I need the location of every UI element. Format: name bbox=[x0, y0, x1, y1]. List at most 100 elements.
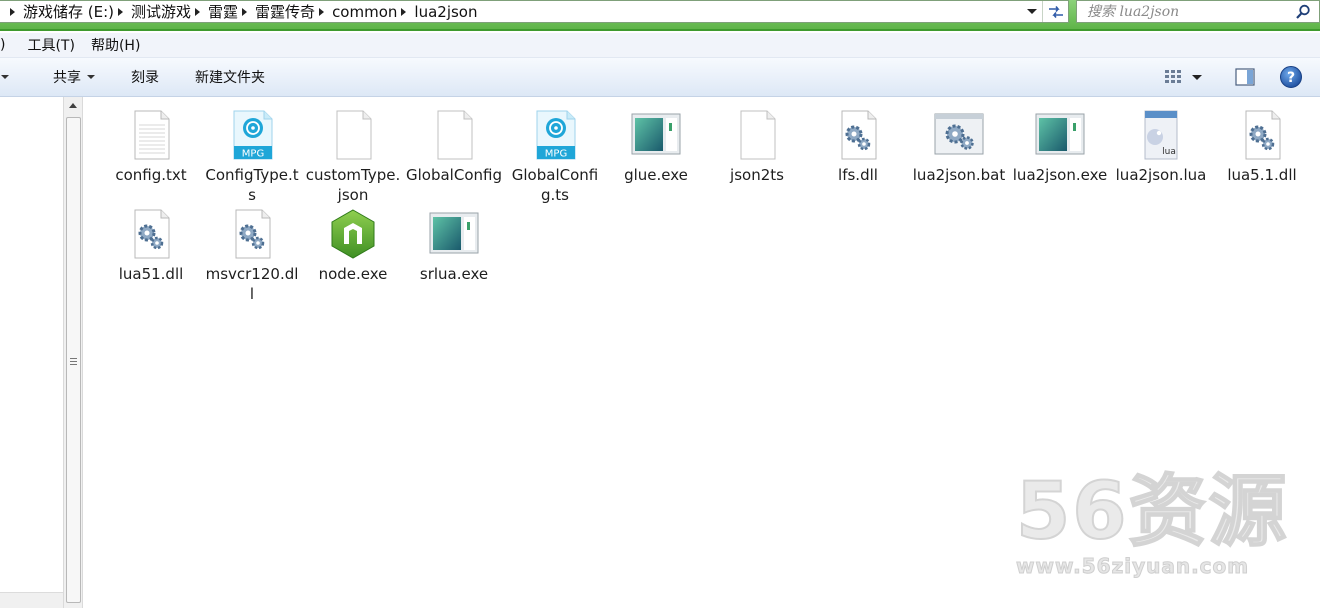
preview-pane-button[interactable] bbox=[1233, 66, 1257, 88]
breadcrumb-separator-icon[interactable] bbox=[242, 7, 248, 16]
file-item[interactable]: node.exe bbox=[305, 208, 401, 284]
share-button[interactable]: 共享 bbox=[53, 67, 95, 87]
mpg-video-file-icon: MPG bbox=[536, 110, 576, 160]
file-item[interactable]: MPG GlobalConfig.ts bbox=[507, 109, 603, 205]
breadcrumb-separator-icon[interactable] bbox=[118, 7, 124, 16]
menu-item-tools[interactable]: 工具(T) bbox=[19, 35, 82, 55]
exe-window-icon bbox=[631, 113, 681, 155]
burn-button[interactable]: 刻录 bbox=[131, 67, 159, 87]
change-view-button[interactable] bbox=[1164, 66, 1212, 88]
watermark-url-text: www.56ziyuan.com bbox=[1016, 554, 1250, 579]
file-list-view[interactable]: config.txt MPG ConfigType.ts customType.… bbox=[84, 97, 1320, 608]
file-name: GlobalConfig bbox=[406, 166, 502, 184]
address-bar-row: 游戏储存 (E:) 测试游戏 雷霆 雷霆传奇 common lua2json bbox=[0, 0, 1320, 31]
site-watermark: 56资源 www.56ziyuan.com bbox=[1015, 467, 1292, 590]
file-name: lua51.dll bbox=[118, 265, 184, 283]
file-name: ConfigType.ts bbox=[205, 166, 299, 204]
file-name: srlua.exe bbox=[419, 265, 489, 283]
breadcrumb-separator-icon[interactable] bbox=[10, 7, 15, 16]
address-bar[interactable]: 游戏储存 (E:) 测试游戏 雷霆 雷霆传奇 common lua2json bbox=[0, 0, 1069, 23]
nodejs-hexagon-icon bbox=[331, 209, 375, 259]
breadcrumb-drive[interactable]: 游戏储存 (E:) bbox=[23, 1, 114, 22]
file-name: json2ts bbox=[730, 166, 784, 184]
refresh-button[interactable] bbox=[1042, 1, 1068, 22]
file-name: glue.exe bbox=[624, 166, 688, 184]
navigation-pane[interactable] bbox=[0, 97, 63, 608]
file-name: lua2json.bat bbox=[912, 166, 1006, 184]
help-icon[interactable]: ? bbox=[1279, 65, 1303, 89]
breadcrumb-common[interactable]: common bbox=[332, 3, 397, 21]
file-item[interactable]: lua51.dll bbox=[103, 208, 199, 284]
breadcrumb-lua2json[interactable]: lua2json bbox=[414, 3, 477, 21]
watermark-big-text: 56资源 bbox=[1015, 467, 1289, 557]
search-icon[interactable] bbox=[1295, 4, 1311, 20]
breadcrumb-leiting[interactable]: 雷霆 bbox=[208, 1, 238, 22]
chevron-down-icon bbox=[87, 75, 95, 79]
blank-file-icon bbox=[336, 110, 372, 160]
file-item[interactable]: GlobalConfig bbox=[406, 109, 502, 185]
command-bar: 共享 刻录 新建文件夹 ? bbox=[0, 58, 1320, 97]
chevron-down-icon bbox=[1027, 9, 1037, 14]
file-item[interactable]: json2ts bbox=[709, 109, 805, 185]
scrollbar-thumb[interactable] bbox=[66, 117, 81, 603]
file-name: customType.json bbox=[305, 166, 401, 204]
grid-view-icon bbox=[1165, 70, 1181, 83]
file-name: GlobalConfig.ts bbox=[511, 166, 599, 204]
chevron-down-icon[interactable] bbox=[1, 75, 9, 79]
dll-gears-icon bbox=[1245, 110, 1281, 160]
breadcrumb: 游戏储存 (E:) 测试游戏 雷霆 雷霆传奇 common lua2json bbox=[0, 1, 477, 22]
navigation-scrollbar[interactable] bbox=[63, 97, 83, 608]
file-name: lua2json.lua bbox=[1115, 166, 1207, 184]
file-item[interactable]: lfs.dll bbox=[810, 109, 906, 185]
bat-gears-icon bbox=[934, 113, 984, 155]
file-name: lua5.1.dll bbox=[1227, 166, 1297, 184]
blank-file-icon bbox=[740, 110, 776, 160]
file-item[interactable]: lua2json.bat bbox=[911, 109, 1007, 185]
file-item[interactable]: customType.json bbox=[305, 109, 401, 205]
preview-pane-icon bbox=[1235, 68, 1255, 86]
file-name: msvcr120.dll bbox=[205, 265, 299, 303]
file-item[interactable]: lua lua2json.lua bbox=[1113, 109, 1209, 185]
menu-item-view-fragment[interactable]: ) bbox=[0, 37, 19, 53]
dll-gears-icon bbox=[134, 209, 170, 259]
menu-bar: ) 工具(T) 帮助(H) bbox=[0, 33, 1320, 58]
search-input[interactable] bbox=[1077, 1, 1287, 22]
share-button-label: 共享 bbox=[53, 70, 81, 86]
menu-item-help[interactable]: 帮助(H) bbox=[83, 35, 148, 55]
breadcrumb-test-games[interactable]: 测试游戏 bbox=[131, 1, 191, 22]
breadcrumb-leiting-legend[interactable]: 雷霆传奇 bbox=[255, 1, 315, 22]
dll-gears-icon bbox=[841, 110, 877, 160]
search-box bbox=[1076, 0, 1320, 23]
new-folder-button[interactable]: 新建文件夹 bbox=[195, 67, 265, 87]
text-file-icon bbox=[134, 110, 170, 160]
file-item[interactable]: lua5.1.dll bbox=[1214, 109, 1310, 185]
file-name: lua2json.exe bbox=[1012, 166, 1108, 184]
navigation-pane-hscroll[interactable] bbox=[0, 592, 63, 608]
blank-file-icon bbox=[437, 110, 473, 160]
exe-window-icon bbox=[429, 212, 479, 254]
refresh-arrows-icon bbox=[1048, 5, 1063, 18]
exe-window-icon bbox=[1035, 113, 1085, 155]
file-item[interactable]: config.txt bbox=[103, 109, 199, 185]
file-item[interactable]: msvcr120.dll bbox=[204, 208, 300, 304]
chevron-down-icon bbox=[1192, 74, 1202, 80]
mpg-badge-label: MPG bbox=[242, 149, 264, 160]
breadcrumb-separator-icon[interactable] bbox=[401, 7, 407, 16]
address-history-dropdown[interactable] bbox=[1024, 1, 1040, 22]
file-item[interactable]: glue.exe bbox=[608, 109, 704, 185]
dll-gears-icon bbox=[235, 209, 271, 259]
file-name: node.exe bbox=[318, 265, 388, 283]
file-name: lfs.dll bbox=[838, 166, 878, 184]
breadcrumb-separator-icon[interactable] bbox=[319, 7, 325, 16]
file-item[interactable]: srlua.exe bbox=[406, 208, 502, 284]
svg-text:?: ? bbox=[1287, 70, 1295, 86]
lua-file-icon: lua bbox=[1144, 110, 1178, 160]
file-name: config.txt bbox=[115, 166, 187, 184]
lua-badge-label: lua bbox=[1162, 147, 1176, 157]
grip-icon bbox=[70, 358, 77, 367]
scroll-up-arrow-icon[interactable] bbox=[69, 103, 77, 108]
file-item[interactable]: MPG ConfigType.ts bbox=[204, 109, 300, 205]
file-item[interactable]: lua2json.exe bbox=[1012, 109, 1108, 185]
mpg-badge-label: MPG bbox=[545, 149, 567, 160]
breadcrumb-separator-icon[interactable] bbox=[195, 7, 201, 16]
